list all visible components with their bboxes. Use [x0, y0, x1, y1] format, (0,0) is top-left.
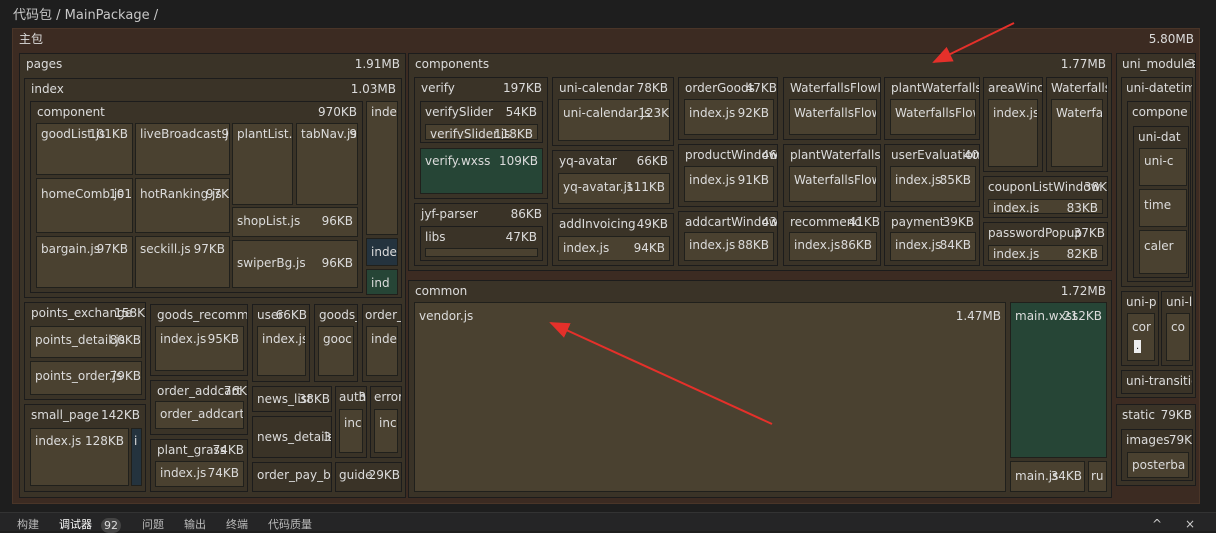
file-main-wxss[interactable]: main.wxss 212KB — [1010, 302, 1107, 458]
file-addcart-window-index[interactable]: index.js 88KB — [684, 232, 774, 261]
file-small-i[interactable]: i — [131, 428, 142, 486]
index-title: index — [31, 82, 64, 96]
file-add-invoicing-index[interactable]: index.js 94KB — [558, 236, 670, 261]
node-guide[interactable]: guide 29KB — [335, 462, 402, 492]
root-size: 5.80MB — [1148, 32, 1194, 46]
pages-size: 1.91MB — [354, 57, 400, 71]
file-uni-c[interactable]: uni-c — [1139, 148, 1187, 186]
file-plantlist[interactable]: plantList.js — [232, 123, 293, 205]
file-auth-child[interactable]: inc — [339, 409, 363, 453]
node-uni-transition[interactable]: uni-transitio — [1121, 370, 1193, 394]
file-time[interactable]: time — [1139, 189, 1187, 227]
breadcrumb[interactable]: 代码包 / MainPackage / — [13, 4, 158, 23]
file-waterfalls-flow-item[interactable]: WaterfallsFlowI — [789, 99, 877, 135]
file-bargain[interactable]: bargain.js 97KB — [36, 236, 133, 288]
file-product-window-index[interactable]: index.js 91KB — [684, 166, 774, 202]
file-uni-p-dot: . — [1134, 340, 1142, 353]
file-jyf-libs-child[interactable] — [425, 248, 538, 257]
pages-title: pages — [26, 57, 63, 71]
file-index-side-2[interactable]: inde — [366, 238, 398, 266]
tab-problems[interactable]: 问题 — [142, 519, 164, 531]
file-plant-waterfalls-flow-2[interactable]: WaterfallsFlow.j — [789, 166, 877, 202]
file-shoplist[interactable]: shopList.js 96KB — [232, 207, 358, 237]
file-error-child[interactable]: inc — [374, 409, 398, 453]
file-plant-waterfalls-flow[interactable]: WaterfallsFlow — [890, 99, 976, 135]
file-order-child[interactable]: inde — [366, 326, 398, 376]
collapse-panel-icon[interactable]: ^ — [1152, 517, 1162, 531]
file-order-goods-index[interactable]: index.js 92KB — [684, 99, 774, 135]
tab-build[interactable]: 构建 — [17, 519, 39, 531]
file-vendor-js[interactable]: vendor.js 1.47MB — [414, 302, 1006, 492]
file-user-index[interactable]: index.js — [257, 326, 306, 376]
tab-debugger[interactable]: 调试器 — [59, 519, 92, 531]
file-goods-recommend-index[interactable]: index.js 95KB — [155, 326, 244, 371]
tab-terminal[interactable]: 终端 — [226, 519, 248, 531]
file-index-side-1[interactable]: inde — [366, 101, 398, 235]
debugger-count-badge: 92 — [101, 518, 121, 533]
file-order-addcart[interactable]: order_addcart.js — [155, 401, 244, 429]
index-size: 1.03MB — [350, 82, 396, 96]
file-points-detail[interactable]: points_detail.js 80KB — [30, 326, 142, 358]
file-tabnav[interactable]: tabNav.js 9 — [296, 123, 358, 205]
file-main-js[interactable]: main.js 34KB — [1010, 461, 1085, 492]
file-uni-l-child[interactable]: co — [1166, 313, 1190, 361]
node-news-details[interactable]: news_details 3 — [252, 416, 332, 458]
file-plant-grass-index[interactable]: index.js 74KB — [155, 461, 244, 487]
component-size: 970KB — [317, 105, 357, 119]
file-livebroadcast[interactable]: liveBroadcast.js 9 — [135, 123, 230, 175]
close-panel-icon[interactable]: × — [1185, 517, 1195, 531]
file-hotranking[interactable]: hotRanking.js 97K — [135, 178, 230, 233]
file-password-popup-index[interactable]: index.js 82KB — [988, 245, 1103, 261]
file-goods-child[interactable]: gooc — [318, 326, 354, 376]
file-ru[interactable]: ru — [1088, 461, 1107, 492]
tab-code-quality[interactable]: 代码质量 — [268, 519, 312, 531]
file-waterfalls-flow[interactable]: Waterfal — [1051, 99, 1103, 167]
file-verify-slider-js[interactable]: verifySlider.js 118KB — [425, 124, 538, 140]
file-uni-p-child[interactable]: cor . — [1127, 313, 1155, 361]
node-order-pay-back[interactable]: order_pay_bac — [252, 462, 332, 492]
file-user-evaluation-index[interactable]: index.js 85KB — [890, 166, 976, 202]
file-seckill[interactable]: seckill.js 97KB — [135, 236, 230, 288]
file-payment-index[interactable]: index.js 84KB — [890, 232, 976, 261]
file-caler[interactable]: caler — [1139, 230, 1187, 274]
file-area-window-index[interactable]: index.js — [988, 99, 1038, 167]
file-points-order[interactable]: points_order.js 79KB — [30, 361, 142, 395]
file-homecomb[interactable]: homeComb.js 101 — [36, 178, 133, 233]
node-news-list[interactable]: news_list 38KB — [252, 386, 332, 412]
file-uni-calendar-js[interactable]: uni-calendar.js 123K — [558, 99, 670, 141]
file-coupon-list-index[interactable]: index.js 83KB — [988, 199, 1103, 214]
bottom-panel-tabs: 构建 调试器 92 问题 输出 终端 代码质量 ^ × — [0, 512, 1216, 533]
file-goodlist[interactable]: goodList.js 101KB — [36, 123, 133, 175]
file-small-index[interactable]: index.js 128KB — [30, 428, 129, 486]
file-swiperbg[interactable]: swiperBg.js 96KB — [232, 240, 358, 288]
root-title: 主包 — [19, 32, 44, 46]
file-verify-wxss[interactable]: verify.wxss 109KB — [420, 148, 543, 194]
file-posterbackground[interactable]: posterba — [1127, 452, 1189, 478]
file-index-side-3[interactable]: ind — [366, 269, 398, 295]
tab-output[interactable]: 输出 — [184, 519, 206, 531]
file-yq-avatar-js[interactable]: yq-avatar.js 111KB — [558, 173, 670, 204]
file-recommend-index[interactable]: index.js 86KB — [789, 232, 877, 261]
component-title: component — [37, 105, 105, 119]
